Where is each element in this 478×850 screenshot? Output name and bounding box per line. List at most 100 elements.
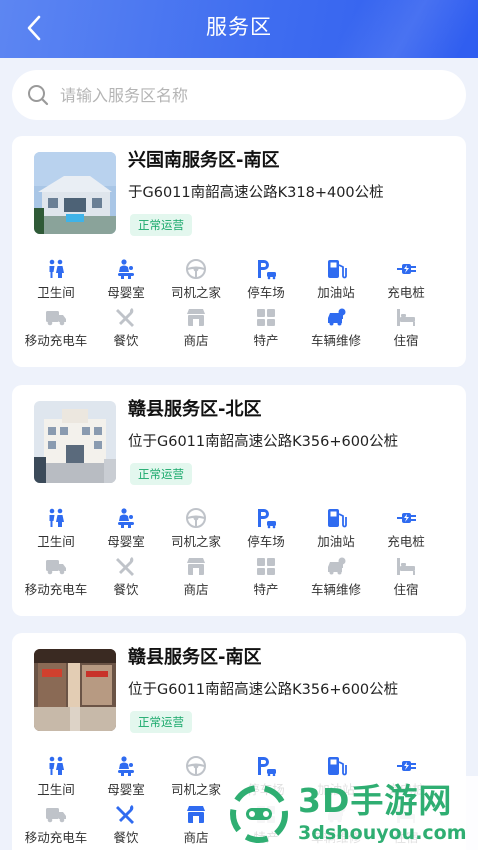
facility-item[interactable]: 停车场 [228,507,304,550]
facility-item[interactable]: 停车场 [228,258,304,301]
facility-item[interactable]: 母婴室 [88,507,164,550]
facility-item[interactable]: 车辆维修 [298,306,374,349]
fuel-pump-icon [328,260,347,279]
facility-label: 母婴室 [107,782,145,797]
charging-plug-icon [397,264,416,274]
facility-item[interactable]: 车辆维修 [298,555,374,598]
facility-item[interactable]: 母婴室 [88,258,164,301]
steering-wheel-icon [186,259,206,279]
facility-item[interactable]: 加油站 [298,258,374,301]
facility-item[interactable]: 母婴室 [88,755,164,798]
facility-item[interactable]: 加油站 [298,507,374,550]
facility-label: 停车场 [247,534,285,549]
facility-label: 餐饮 [113,830,139,845]
mother-baby-icon [118,508,134,528]
facility-item[interactable]: 移动充电车 [18,803,94,846]
fuel-pump-icon [328,509,347,528]
facility-label: 移动充电车 [24,333,88,348]
service-area-card[interactable]: 赣县服务区-北区 位于G6011南韶高速公路K356+600公桩 正常运营 卫生… [12,385,466,616]
facility-label: 加油站 [317,534,355,549]
facility-item[interactable]: 餐饮 [88,555,164,598]
charging-plug-icon [397,513,416,523]
steering-wheel-icon [186,508,206,528]
facility-label: 移动充电车 [24,582,88,597]
facility-item[interactable]: 餐饮 [88,306,164,349]
facility-item[interactable]: 充电桩 [368,258,444,301]
facility-item[interactable]: 移动充电车 [18,555,94,598]
restroom-icon [49,756,64,775]
facility-label: 车辆维修 [310,582,361,597]
facility-label: 特产 [253,582,279,597]
facility-label: 住宿 [393,333,419,348]
facility-item[interactable]: 卫生间 [18,755,94,798]
fuel-pump-icon [328,757,347,776]
facility-item[interactable]: 特产 [228,555,304,598]
facility-label: 司机之家 [170,285,221,300]
facility-item[interactable]: 司机之家 [158,258,234,301]
steering-wheel-icon [186,756,206,776]
service-area-photo [34,152,116,234]
facility-label: 餐饮 [113,333,139,348]
mother-baby-icon [118,259,134,279]
car-repair-icon [328,557,346,575]
store-icon [187,558,205,575]
watermark-logo-icon [230,785,288,843]
charging-truck-icon [46,560,66,575]
facility-label: 加油站 [317,285,355,300]
facility-label: 移动充电车 [24,830,88,845]
watermark-name: 3D手游网 [298,781,453,820]
status-badge: 正常运营 [130,711,192,733]
facility-label: 商店 [183,582,209,597]
facility-item[interactable]: 充电桩 [368,507,444,550]
header-bar: 服务区 [0,0,478,58]
search-icon [28,85,49,106]
facility-label: 司机之家 [170,534,221,549]
car-repair-icon [328,308,346,326]
service-area-location: 位于G6011南韶高速公路K356+600公桩 [128,682,399,698]
facility-label: 母婴室 [107,285,145,300]
facility-label: 住宿 [393,582,419,597]
service-area-photo [34,401,116,483]
parking-icon [258,260,276,280]
facility-label: 卫生间 [37,782,75,797]
service-area-name: 赣县服务区-南区 [128,647,262,668]
utensils-icon [116,308,134,327]
facility-item[interactable]: 商店 [158,555,234,598]
facility-label: 车辆维修 [310,333,361,348]
status-badge: 正常运营 [130,214,192,236]
watermark-url: 3dshouyou.com [298,822,467,844]
facility-label: 充电桩 [387,534,425,549]
bed-icon [397,309,415,326]
store-icon [187,806,205,823]
service-area-location: 于G6011南韶高速公路K318+400公桩 [128,185,384,201]
restroom-icon [49,508,64,527]
facility-item[interactable]: 住宿 [368,555,444,598]
facility-item[interactable]: 移动充电车 [18,306,94,349]
facility-item[interactable]: 司机之家 [158,507,234,550]
service-area-location: 位于G6011南韶高速公路K356+600公桩 [128,434,399,450]
charging-truck-icon [46,808,66,823]
utensils-icon [116,557,134,576]
facility-item[interactable]: 商店 [158,306,234,349]
facility-label: 充电桩 [387,285,425,300]
facility-item[interactable]: 特产 [228,306,304,349]
search-input[interactable] [60,85,430,105]
search-bar[interactable] [12,70,466,120]
facility-item[interactable]: 餐饮 [88,803,164,846]
facility-label: 商店 [183,333,209,348]
restroom-icon [49,259,64,278]
utensils-icon [116,805,134,824]
facility-item[interactable]: 卫生间 [18,258,94,301]
service-area-name: 兴国南服务区-南区 [128,150,280,171]
charging-truck-icon [46,311,66,326]
watermark: 3D手游网 3dshouyou.com [222,776,478,850]
service-area-card[interactable]: 兴国南服务区-南区 于G6011南韶高速公路K318+400公桩 正常运营 卫生… [12,136,466,367]
facility-label: 餐饮 [113,582,139,597]
facility-label: 特产 [253,333,279,348]
facility-item[interactable]: 卫生间 [18,507,94,550]
facility-item[interactable]: 住宿 [368,306,444,349]
facility-label: 停车场 [247,285,285,300]
service-area-name: 赣县服务区-北区 [128,399,262,420]
service-area-photo [34,649,116,731]
bed-icon [397,558,415,575]
